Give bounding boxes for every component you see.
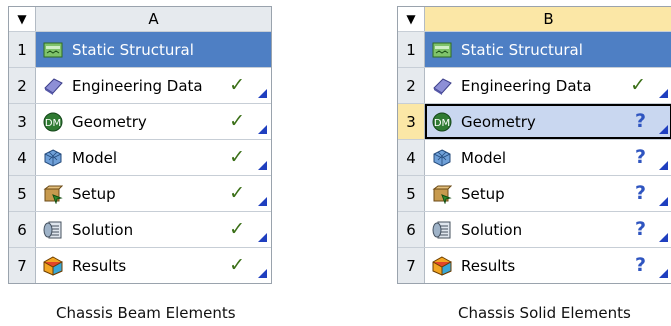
column-letter: B — [425, 7, 671, 31]
cell-row-model[interactable]: 4 Model ? — [398, 139, 671, 175]
attention-required-icon: ? — [634, 110, 646, 132]
column-letter: A — [36, 7, 271, 31]
system-menu-dropdown[interactable]: ▼ — [9, 7, 36, 31]
cell-label: Solution — [72, 220, 134, 239]
system-title-row[interactable]: 1 Static Structural — [9, 31, 271, 67]
geometry-dm-icon: DM — [42, 111, 64, 133]
model-mesh-icon — [42, 147, 64, 169]
row-number: 1 — [398, 32, 425, 67]
cell-row-setup[interactable]: 5 Setup ✓ — [9, 175, 271, 211]
cell-label: Solution — [461, 220, 523, 239]
corner-arrow-icon[interactable] — [258, 197, 267, 206]
cell-label: Engineering Data — [461, 76, 592, 95]
row-number: 7 — [9, 248, 36, 283]
cell-label: Setup — [72, 184, 116, 203]
up-to-date-check-icon: ✓ — [229, 254, 245, 276]
corner-arrow-icon[interactable] — [659, 89, 668, 98]
cell-row-engineering-data[interactable]: 2 Engineering Data ✓ — [9, 67, 271, 103]
up-to-date-check-icon: ✓ — [229, 110, 245, 132]
system-title-row[interactable]: 1 Static Structural — [398, 31, 671, 67]
row-number: 4 — [9, 140, 36, 175]
results-icon — [431, 255, 453, 277]
cell-label: Engineering Data — [72, 76, 203, 95]
up-to-date-check-icon: ✓ — [229, 146, 245, 168]
geometry-dm-icon: DM — [431, 111, 453, 133]
corner-arrow-icon[interactable] — [659, 125, 668, 134]
cell-row-setup[interactable]: 5 Setup ? — [398, 175, 671, 211]
attention-required-icon: ? — [634, 254, 646, 276]
row-number: 2 — [398, 68, 425, 103]
row-number: 3 — [9, 104, 36, 139]
solution-icon — [431, 219, 453, 241]
solution-icon — [42, 219, 64, 241]
corner-arrow-icon[interactable] — [258, 269, 267, 278]
row-number: 3 — [398, 104, 425, 139]
engineering-data-icon — [42, 75, 64, 97]
corner-arrow-icon[interactable] — [258, 125, 267, 134]
corner-arrow-icon[interactable] — [659, 233, 668, 242]
static-structural-icon — [42, 39, 64, 61]
attention-required-icon: ? — [634, 182, 646, 204]
cell-label: Static Structural — [72, 40, 194, 59]
corner-arrow-icon[interactable] — [258, 89, 267, 98]
corner-arrow-icon[interactable] — [258, 233, 267, 242]
cell-row-geometry[interactable]: 3 DM Geometry ✓ — [9, 103, 271, 139]
setup-icon — [42, 183, 64, 205]
row-number: 6 — [9, 212, 36, 247]
corner-arrow-icon[interactable] — [659, 161, 668, 170]
cell-label: Results — [72, 256, 127, 275]
row-number: 7 — [398, 248, 425, 283]
attention-required-icon: ? — [634, 146, 646, 168]
row-number: 6 — [398, 212, 425, 247]
svg-text:DM: DM — [45, 118, 61, 129]
cell-label: Geometry — [72, 112, 147, 131]
system-menu-dropdown[interactable]: ▼ — [398, 7, 425, 31]
row-number: 1 — [9, 32, 36, 67]
corner-arrow-icon[interactable] — [659, 197, 668, 206]
system-block-a[interactable]: ▼ A 1 Static Structural 2 Engineering Da… — [8, 6, 272, 284]
system-caption[interactable]: Chassis Beam Elements — [56, 304, 236, 322]
static-structural-icon — [431, 39, 453, 61]
cell-row-geometry[interactable]: 3 DM Geometry ? — [398, 103, 671, 139]
up-to-date-check-icon: ✓ — [229, 182, 245, 204]
corner-arrow-icon[interactable] — [659, 269, 668, 278]
cell-label: Model — [461, 148, 507, 167]
model-mesh-icon — [431, 147, 453, 169]
engineering-data-icon — [431, 75, 453, 97]
corner-arrow-icon[interactable] — [258, 161, 267, 170]
system-block-b[interactable]: ▼ B 1 Static Structural 2 Engineering Da… — [397, 6, 671, 284]
cell-row-model[interactable]: 4 Model ✓ — [9, 139, 271, 175]
row-number: 5 — [398, 176, 425, 211]
cell-row-solution[interactable]: 6 Solution ✓ — [9, 211, 271, 247]
system-caption[interactable]: Chassis Solid Elements — [458, 304, 631, 322]
cell-row-solution[interactable]: 6 Solution ? — [398, 211, 671, 247]
row-number: 5 — [9, 176, 36, 211]
cell-label: Static Structural — [461, 40, 583, 59]
up-to-date-check-icon: ✓ — [229, 218, 245, 240]
cell-label: Model — [72, 148, 118, 167]
cell-label: Geometry — [461, 112, 536, 131]
row-number: 2 — [9, 68, 36, 103]
up-to-date-check-icon: ✓ — [229, 74, 245, 96]
cell-label: Setup — [461, 184, 505, 203]
system-header: ▼ B — [398, 7, 671, 31]
cell-row-engineering-data[interactable]: 2 Engineering Data ✓ — [398, 67, 671, 103]
setup-icon — [431, 183, 453, 205]
cell-label: Results — [461, 256, 516, 275]
cell-row-results[interactable]: 7 Results ✓ — [9, 247, 271, 283]
up-to-date-check-icon: ✓ — [630, 74, 646, 96]
svg-text:DM: DM — [434, 118, 450, 129]
results-icon — [42, 255, 64, 277]
cell-row-results[interactable]: 7 Results ? — [398, 247, 671, 283]
system-header: ▼ A — [9, 7, 271, 31]
attention-required-icon: ? — [634, 218, 646, 240]
row-number: 4 — [398, 140, 425, 175]
